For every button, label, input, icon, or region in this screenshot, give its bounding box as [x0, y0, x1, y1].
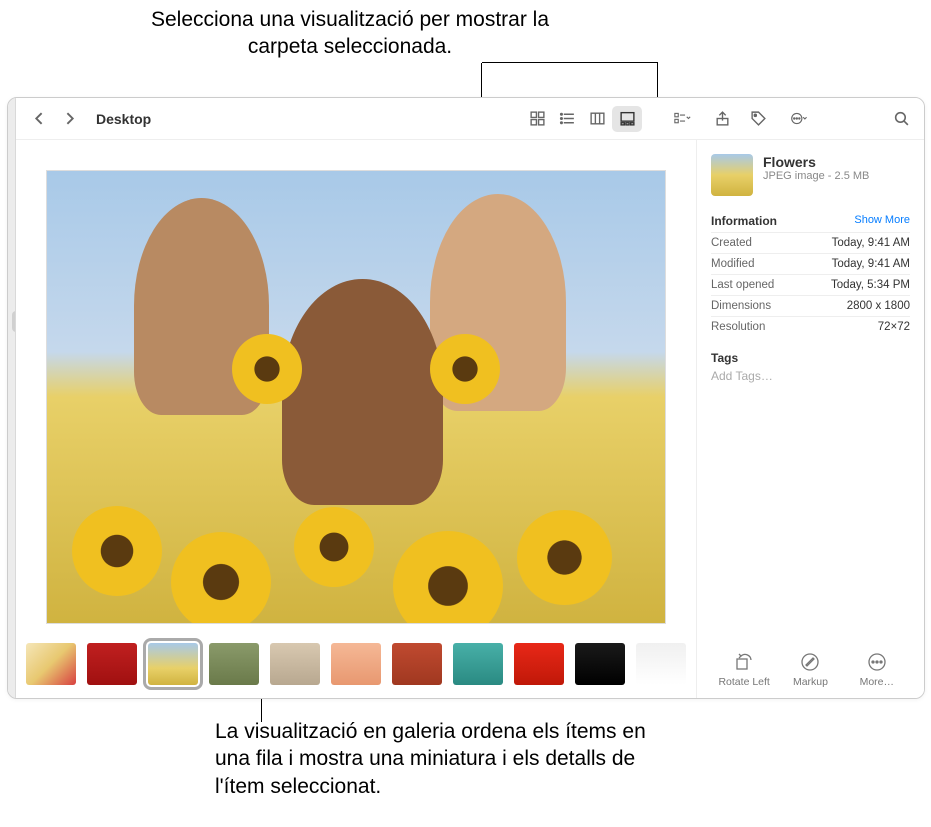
thumbnail[interactable] [209, 643, 259, 685]
thumbnail[interactable] [148, 643, 198, 685]
info-row: Dimensions 2800 x 1800 [711, 295, 910, 316]
column-view-button[interactable] [582, 106, 612, 132]
action-label: Markup [793, 676, 828, 688]
forward-button[interactable] [56, 106, 82, 132]
info-value: 72×72 [878, 321, 910, 333]
file-subtitle: JPEG image - 2.5 MB [763, 170, 869, 182]
info-key: Modified [711, 258, 754, 270]
info-value: 2800 x 1800 [847, 300, 910, 312]
toolbar: Desktop [16, 98, 924, 140]
thumbnail[interactable] [514, 643, 564, 685]
more-action[interactable]: More… [845, 652, 909, 688]
tags-button[interactable] [745, 106, 771, 132]
info-key: Last opened [711, 279, 774, 291]
thumbnail[interactable] [331, 643, 381, 685]
info-value: Today, 9:41 AM [832, 237, 910, 249]
thumbnail[interactable] [270, 643, 320, 685]
tags-header: Tags [8, 373, 16, 393]
thumbnail[interactable] [636, 643, 686, 685]
quick-actions: Rotate Left Markup More… [711, 642, 910, 688]
back-button[interactable] [26, 106, 52, 132]
info-value: Today, 5:34 PM [831, 279, 910, 291]
content-area: Flowers JPEG image - 2.5 MB Information … [16, 140, 924, 698]
info-value: Today, 9:41 AM [832, 258, 910, 270]
window-title: Desktop [96, 111, 151, 127]
view-mode-group [521, 105, 643, 133]
tags-section-title: Tags [711, 351, 910, 365]
markup-action[interactable]: Markup [778, 652, 842, 688]
info-row: Created Today, 9:41 AM [711, 232, 910, 253]
favorites-header: Favorites [8, 132, 16, 152]
icloud-header: iCloud [8, 236, 16, 256]
info-key: Resolution [711, 321, 765, 333]
thumbnail[interactable] [392, 643, 442, 685]
gallery-area [16, 140, 696, 698]
gallery-view-button[interactable] [612, 106, 642, 132]
inspector-thumbnail [711, 154, 753, 196]
thumbnail[interactable] [87, 643, 137, 685]
callout-connector [482, 62, 658, 102]
show-more-link[interactable]: Show More [854, 214, 910, 228]
preview-pane [16, 140, 696, 634]
icon-view-button[interactable] [522, 106, 552, 132]
info-row: Last opened Today, 5:34 PM [711, 274, 910, 295]
locations-header: Locations [8, 353, 16, 373]
sidebar: Favorites AirDropRecentsApplicationsDown… [8, 98, 16, 698]
add-tags-field[interactable]: Add Tags… [711, 369, 910, 383]
search-button[interactable] [888, 106, 914, 132]
thumbnail[interactable] [575, 643, 625, 685]
preview-image[interactable] [46, 170, 666, 624]
finder-window: Favorites AirDropRecentsApplicationsDown… [7, 97, 925, 699]
thumbnail[interactable] [453, 643, 503, 685]
action-label: Rotate Left [718, 676, 769, 688]
thumbnail[interactable] [26, 643, 76, 685]
inspector-panel: Flowers JPEG image - 2.5 MB Information … [696, 140, 924, 698]
info-row: Resolution 72×72 [711, 316, 910, 337]
thumbnail-strip [16, 634, 696, 698]
list-view-button[interactable] [552, 106, 582, 132]
group-by-button[interactable] [665, 106, 699, 132]
rotate-left-action[interactable]: Rotate Left [712, 652, 776, 688]
share-button[interactable] [709, 106, 735, 132]
more-actions-button[interactable] [781, 106, 815, 132]
callout-top: Selecciona una visualització per mostrar… [150, 6, 550, 61]
info-key: Dimensions [711, 300, 771, 312]
file-name: Flowers [763, 154, 869, 170]
action-label: More… [860, 676, 894, 688]
callout-bottom: La visualització en galeria ordena els í… [215, 718, 675, 800]
info-section-title: Information [711, 214, 777, 228]
info-row: Modified Today, 9:41 AM [711, 253, 910, 274]
info-key: Created [711, 237, 752, 249]
main-area: Desktop [16, 98, 924, 698]
window-controls [8, 104, 16, 132]
